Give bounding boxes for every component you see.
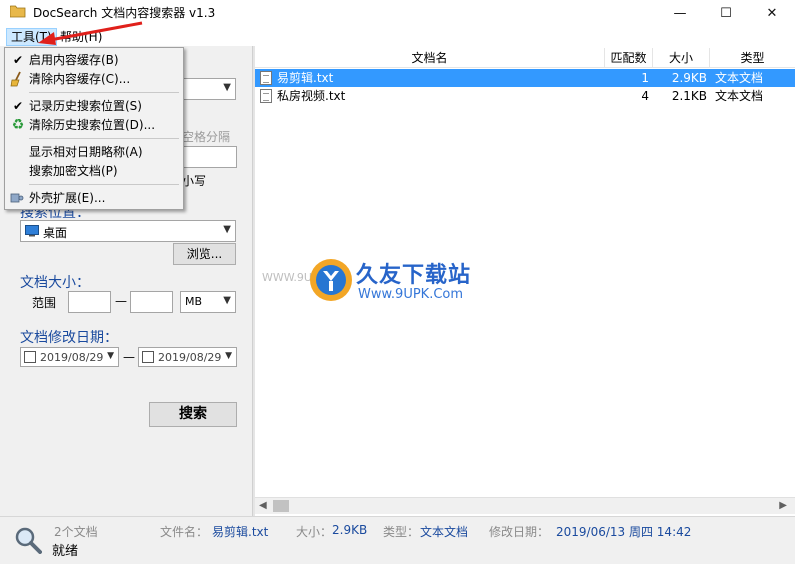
- checkmark-icon: ✔: [12, 53, 24, 67]
- menu-item-label: 清除内容缓存(C)...: [29, 72, 131, 86]
- column-header-name[interactable]: 文档名: [255, 48, 605, 68]
- horizontal-scrollbar[interactable]: ◀ ▶: [255, 497, 795, 514]
- menu-separator: [29, 138, 179, 139]
- menu-item-label: 外壳扩展(E)...: [29, 191, 106, 205]
- tools-menu: ✔ 启用内容缓存(B) 清除内容缓存(C)... ✔ 记录历史搜索位置(S) ♻…: [4, 47, 184, 210]
- keyword-hint: 空格分隔: [182, 130, 231, 144]
- chevron-down-icon: ▼: [223, 82, 231, 93]
- chevron-down-icon: ▼: [223, 295, 231, 306]
- size-unit-value: MB: [185, 295, 203, 308]
- text-file-icon: [260, 71, 272, 85]
- scroll-left-icon[interactable]: ◀: [259, 500, 267, 511]
- menu-item-label: 搜索加密文档(P): [29, 164, 118, 178]
- status-type-value: 文本文档: [420, 525, 469, 539]
- doc-count: 2个文档: [54, 525, 98, 539]
- location-value: 桌面: [43, 226, 68, 240]
- date-to-value: 2019/08/29: [158, 351, 222, 364]
- row-matches: 4: [641, 89, 649, 103]
- location-combo[interactable]: 桌面 ▼: [20, 220, 236, 242]
- case-option-label: 小写: [182, 174, 207, 188]
- annotation-arrow: [38, 21, 143, 45]
- column-header-type[interactable]: 类型: [710, 48, 795, 68]
- chevron-down-icon: ▼: [225, 351, 232, 361]
- menu-separator: [29, 92, 179, 93]
- recycle-icon: ♻: [11, 117, 25, 133]
- row-name: 私房视频.txt: [277, 89, 346, 103]
- row-size: 2.9KB: [671, 71, 707, 85]
- date-from-checkbox[interactable]: [24, 351, 36, 363]
- text-file-icon: [260, 89, 272, 103]
- status-filename-value: 易剪辑.txt: [212, 525, 269, 539]
- watermark-brand: 久友下载站: [356, 263, 472, 288]
- date-from-picker[interactable]: 2019/08/29 ▼: [20, 347, 119, 367]
- menu-item-clear-history[interactable]: ♻ 清除历史搜索位置(D)...: [5, 116, 183, 134]
- magnifier-icon: [15, 527, 42, 554]
- status-modified-label: 修改日期：: [489, 525, 550, 539]
- status-size-value: 2.9KB: [332, 523, 368, 537]
- menu-item-clear-cache[interactable]: 清除内容缓存(C)...: [5, 70, 183, 88]
- status-filename-label: 文件名：: [160, 525, 209, 539]
- size-max-input[interactable]: [130, 291, 173, 313]
- chevron-down-icon: ▼: [223, 224, 231, 235]
- menu-item-record-history[interactable]: ✔ 记录历史搜索位置(S): [5, 97, 183, 115]
- scroll-thumb[interactable]: [273, 500, 289, 512]
- status-bar: 2个文档 就绪 文件名： 易剪辑.txt 大小： 2.9KB 类型： 文本文档 …: [0, 516, 795, 564]
- row-type: 文本文档: [715, 89, 764, 103]
- watermark: WWW.9U 久友下载站 Www.9UPK.Com: [262, 255, 512, 315]
- menu-item-relative-dates[interactable]: 显示相对日期略称(A): [5, 143, 183, 161]
- close-icon: ✕: [766, 5, 778, 21]
- menu-separator: [29, 184, 179, 185]
- column-header-size[interactable]: 大小: [653, 48, 710, 68]
- row-name: 易剪辑.txt: [277, 71, 334, 85]
- menu-item-enable-cache[interactable]: ✔ 启用内容缓存(B): [5, 51, 183, 69]
- size-min-input[interactable]: [68, 291, 111, 313]
- scroll-right-icon[interactable]: ▶: [779, 500, 787, 511]
- date-dash: —: [123, 350, 135, 364]
- date-to-checkbox[interactable]: [142, 351, 154, 363]
- watermark-url: Www.9UPK.Com: [358, 287, 464, 302]
- table-header: 文档名 匹配数 大小 类型: [255, 48, 795, 68]
- status-modified-value: 2019/06/13 周四 14:42: [556, 525, 692, 539]
- row-matches: 1: [641, 71, 649, 85]
- table-row[interactable]: 易剪辑.txt 1 2.9KB 文本文档: [255, 69, 795, 87]
- status-ready: 就绪: [52, 544, 79, 559]
- row-size: 2.1KB: [671, 89, 707, 103]
- folder-icon: [10, 5, 26, 18]
- range-label: 范围: [32, 296, 57, 310]
- menu-item-search-encrypted[interactable]: 搜索加密文档(P): [5, 162, 183, 180]
- maximize-button[interactable]: ☐: [703, 0, 749, 26]
- date-to-picker[interactable]: 2019/08/29 ▼: [138, 347, 237, 367]
- window-title: DocSearch 文档内容搜索器 v1.3: [33, 6, 216, 20]
- search-button[interactable]: 搜索: [149, 402, 237, 427]
- minimize-icon: —: [673, 5, 687, 21]
- menu-item-label: 启用内容缓存(B): [29, 53, 119, 67]
- maximize-icon: ☐: [720, 5, 732, 21]
- watermark-logo-icon: [310, 259, 352, 301]
- chevron-down-icon: ▼: [107, 351, 114, 361]
- menu-item-label: 清除历史搜索位置(D)...: [29, 118, 156, 132]
- table-row[interactable]: 私房视频.txt 4 2.1KB 文本文档: [255, 87, 795, 105]
- row-type: 文本文档: [715, 71, 764, 85]
- keyword-input[interactable]: [182, 146, 237, 168]
- status-size-label: 大小：: [296, 525, 333, 539]
- minimize-button[interactable]: —: [657, 0, 703, 26]
- size-label: 文档大小：: [20, 275, 90, 291]
- modified-date-label: 文档修改日期：: [20, 330, 118, 346]
- puzzle-icon: [10, 193, 24, 203]
- size-unit-select[interactable]: MB ▼: [180, 291, 236, 313]
- menu-item-shell-extension[interactable]: 外壳扩展(E)...: [5, 189, 183, 207]
- browse-button[interactable]: 浏览...: [173, 243, 236, 265]
- close-button[interactable]: ✕: [749, 0, 795, 26]
- range-dash: —: [115, 294, 127, 308]
- date-from-value: 2019/08/29: [40, 351, 104, 364]
- broom-icon: [10, 71, 21, 87]
- desktop-icon: [25, 225, 39, 237]
- status-type-label: 类型：: [383, 525, 420, 539]
- column-header-matches[interactable]: 匹配数: [605, 48, 653, 68]
- checkmark-icon: ✔: [12, 99, 24, 113]
- menu-item-label: 显示相对日期略称(A): [29, 145, 143, 159]
- watermark-faint-url: WWW.9U: [262, 271, 312, 284]
- menu-item-label: 记录历史搜索位置(S): [29, 99, 142, 113]
